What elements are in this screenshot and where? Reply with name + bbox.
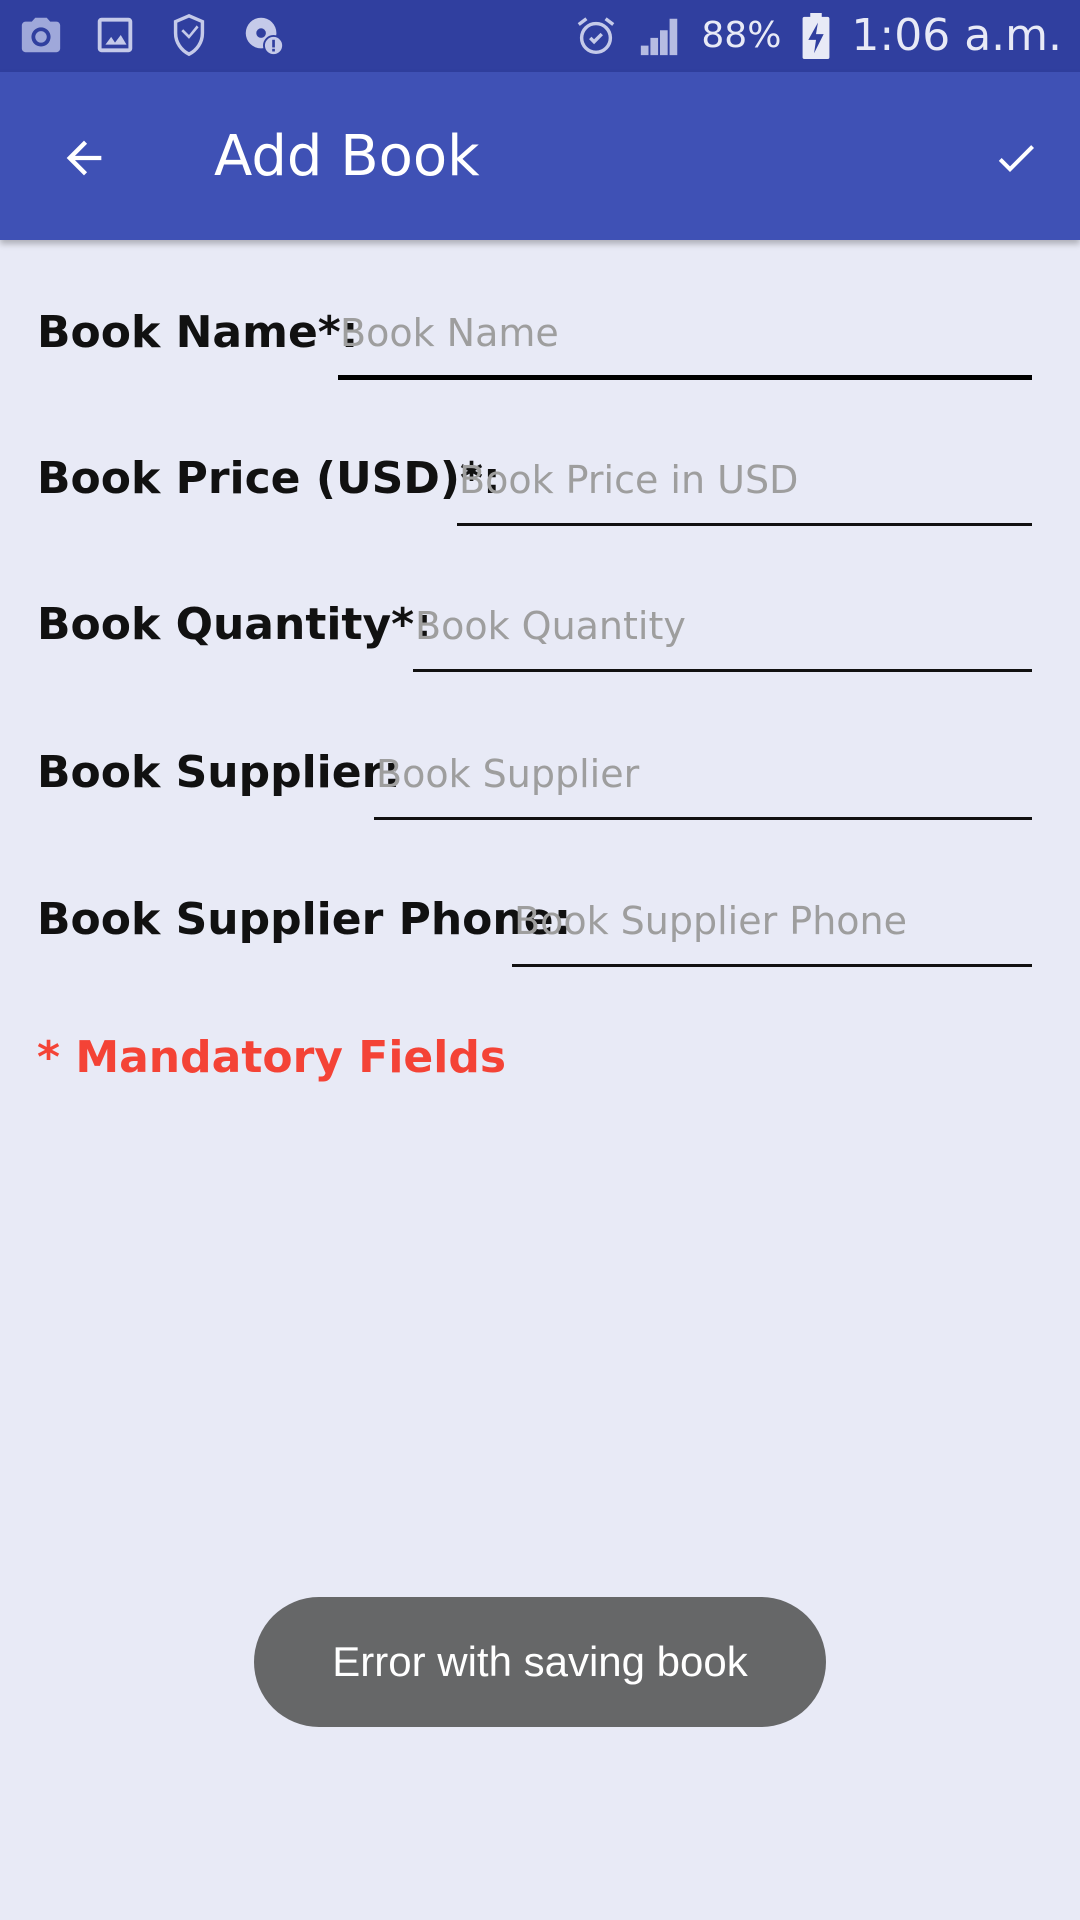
book-name-label: Book Name*:: [37, 307, 359, 358]
book-name-input[interactable]: [338, 304, 1032, 380]
battery-charging-icon: [802, 12, 830, 59]
book-quantity-input[interactable]: [413, 596, 1032, 672]
book-supplier-phone-label: Book Supplier Phone:: [37, 894, 572, 945]
toast-message: Error with saving book: [332, 1638, 748, 1685]
error-toast: Error with saving book: [254, 1597, 826, 1727]
book-supplier-label: Book Supplier:: [37, 747, 401, 798]
image-icon: [97, 17, 133, 53]
book-name-row: Book Name*:: [37, 280, 1032, 380]
book-price-row: Book Price (USD)*:: [37, 426, 1032, 526]
signal-icon: [641, 18, 678, 55]
arrow-back-icon: [66, 140, 102, 176]
mandatory-fields-note: * Mandatory Fields: [37, 1032, 507, 1083]
alarm-icon: [578, 16, 615, 54]
sync-alert-icon: [245, 17, 285, 57]
clock: 1:06 a.m.: [851, 10, 1062, 61]
book-supplier-phone-row: Book Supplier Phone:: [37, 867, 1032, 967]
book-supplier-row: Book Supplier:: [37, 720, 1032, 820]
camera-icon: [21, 17, 61, 53]
app-bar: Add Book: [0, 72, 1080, 240]
page-title: Add Book: [214, 124, 480, 189]
shield-app-icon: [173, 13, 205, 57]
book-supplier-input[interactable]: [374, 744, 1032, 820]
check-icon: [998, 145, 1034, 172]
notification-icons: [18, 12, 286, 58]
save-button[interactable]: [980, 122, 1052, 194]
system-status: 88% 1:06 a.m.: [573, 10, 1062, 61]
book-price-input[interactable]: [457, 450, 1032, 526]
back-button[interactable]: [48, 122, 120, 194]
status-bar: 88% 1:06 a.m.: [0, 0, 1080, 72]
book-quantity-row: Book Quantity*:: [37, 572, 1032, 672]
book-supplier-phone-input[interactable]: [512, 891, 1032, 967]
battery-percent: 88%: [701, 15, 782, 56]
book-price-label: Book Price (USD)*:: [37, 453, 501, 504]
book-quantity-label: Book Quantity*:: [37, 599, 432, 650]
